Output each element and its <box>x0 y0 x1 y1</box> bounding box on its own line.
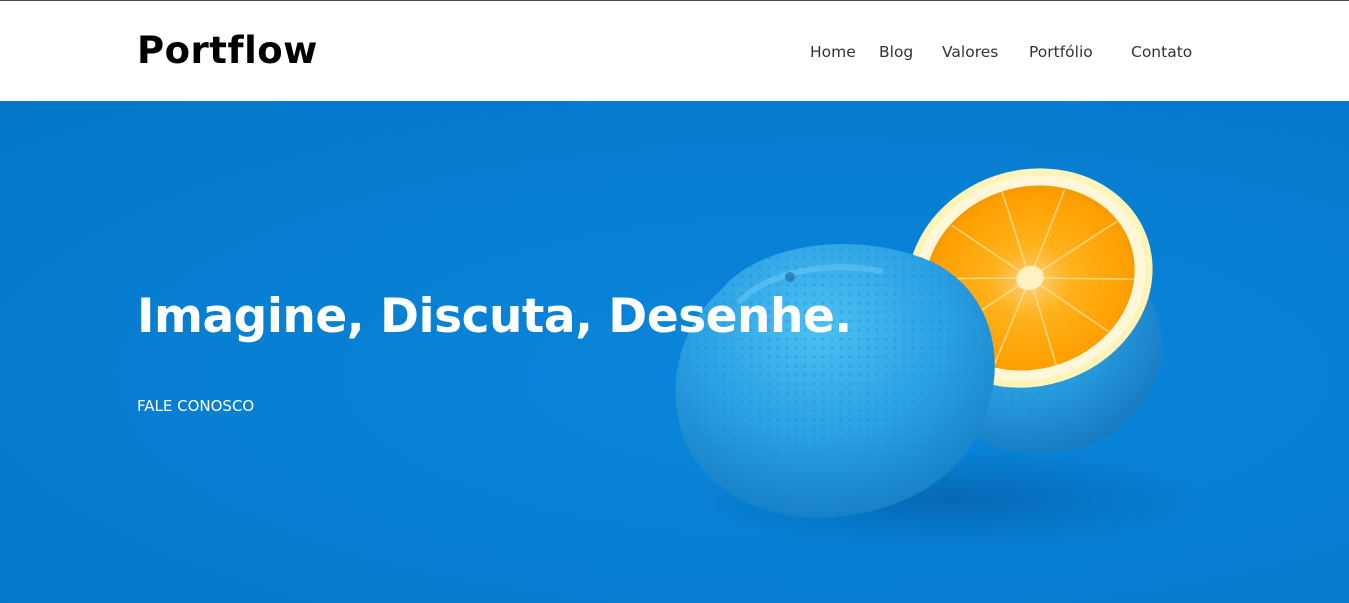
hero-banner: Imagine, Discuta, Desenhe. FALE CONOSCO <box>0 101 1349 603</box>
nav-link-valores[interactable]: Valores <box>942 41 998 63</box>
main-nav: Home Blog Valores Portfólio Contato <box>0 41 1349 63</box>
nav-link-blog[interactable]: Blog <box>879 41 913 63</box>
nav-link-contato[interactable]: Contato <box>1131 41 1192 63</box>
hero-headline: Imagine, Discuta, Desenhe. <box>137 289 852 344</box>
page: Portflow Home Blog Valores Portfólio Con… <box>0 0 1349 603</box>
site-header: Portflow Home Blog Valores Portfólio Con… <box>0 1 1349 101</box>
hero-fruit-image <box>675 168 1210 551</box>
nav-link-home[interactable]: Home <box>810 41 856 63</box>
nav-link-portfolio[interactable]: Portfólio <box>1029 41 1093 63</box>
contact-us-link[interactable]: FALE CONOSCO <box>137 395 254 417</box>
